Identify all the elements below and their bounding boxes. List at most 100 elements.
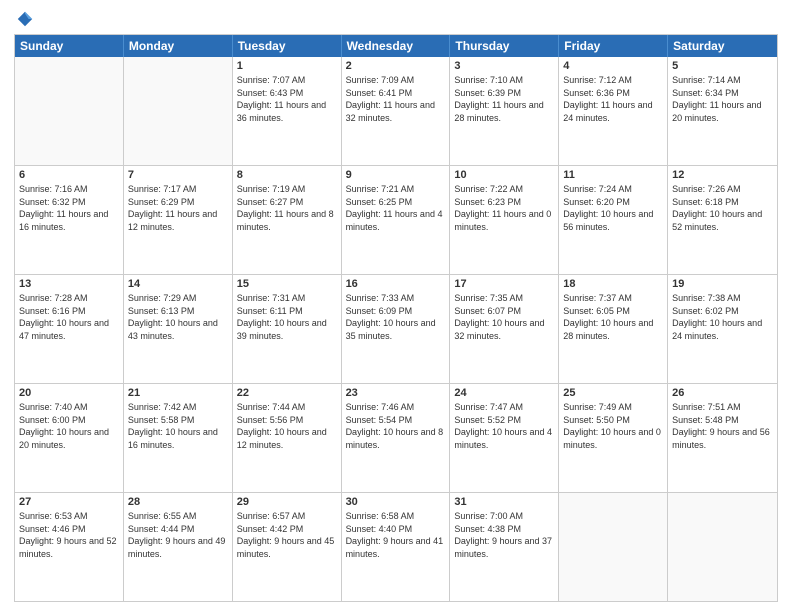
day-number: 30 [346,496,446,508]
calendar-cell: 9 Sunrise: 7:21 AM Sunset: 6:25 PM Daylig… [342,166,451,274]
day-info: Sunrise: 7:26 AM Sunset: 6:18 PM Dayligh… [672,183,773,233]
calendar-cell: 14Sunrise: 7:29 AM Sunset: 6:13 PM Dayli… [124,275,233,383]
day-info: Sunrise: 7:14 AM Sunset: 6:34 PM Dayligh… [672,74,773,124]
calendar-cell: 12 Sunrise: 7:26 AM Sunset: 6:18 PM Dayli… [668,166,777,274]
calendar-week: 27 Sunrise: 6:53 AM Sunset: 4:46 PM Dayli… [15,493,777,601]
day-info: Sunrise: 7:42 AM Sunset: 5:58 PM Dayligh… [128,401,228,451]
calendar-cell: 4 Sunrise: 7:12 AM Sunset: 6:36 PM Daylig… [559,57,668,165]
day-number: 27 [19,496,119,508]
day-number: 26 [672,387,773,399]
calendar-cell: 19 Sunrise: 7:38 AM Sunset: 6:02 PM Dayli… [668,275,777,383]
weekday-header: Monday [124,35,233,57]
calendar-week: 6Sunrise: 7:16 AM Sunset: 6:32 PM Daylig… [15,166,777,275]
day-info: Sunrise: 7:00 AM Sunset: 4:38 PM Dayligh… [454,510,554,560]
day-number: 18 [563,278,663,290]
calendar-cell: 2Sunrise: 7:09 AM Sunset: 6:41 PM Daylig… [342,57,451,165]
logo-icon [16,10,34,28]
day-info: Sunrise: 7:38 AM Sunset: 6:02 PM Dayligh… [672,292,773,342]
day-number: 16 [346,278,446,290]
calendar-cell: 27 Sunrise: 6:53 AM Sunset: 4:46 PM Dayli… [15,493,124,601]
day-number: 12 [672,169,773,181]
day-number: 28 [128,496,228,508]
day-info: Sunrise: 7:31 AM Sunset: 6:11 PM Dayligh… [237,292,337,342]
day-info: Sunrise: 7:07 AM Sunset: 6:43 PM Dayligh… [237,74,337,124]
day-info: Sunrise: 7:28 AM Sunset: 6:16 PM Dayligh… [19,292,119,342]
calendar-cell: 21Sunrise: 7:42 AM Sunset: 5:58 PM Dayli… [124,384,233,492]
calendar-cell: 22 Sunrise: 7:44 AM Sunset: 5:56 PM Dayli… [233,384,342,492]
calendar-cell: 10 Sunrise: 7:22 AM Sunset: 6:23 PM Dayli… [450,166,559,274]
day-info: Sunrise: 7:33 AM Sunset: 6:09 PM Dayligh… [346,292,446,342]
day-number: 24 [454,387,554,399]
calendar-cell: 17Sunrise: 7:35 AM Sunset: 6:07 PM Dayli… [450,275,559,383]
day-number: 9 [346,169,446,181]
calendar-cell: 8 Sunrise: 7:19 AM Sunset: 6:27 PM Daylig… [233,166,342,274]
weekday-header: Wednesday [342,35,451,57]
day-info: Sunrise: 6:53 AM Sunset: 4:46 PM Dayligh… [19,510,119,560]
calendar-week: 13Sunrise: 7:28 AM Sunset: 6:16 PM Dayli… [15,275,777,384]
day-info: Sunrise: 7:22 AM Sunset: 6:23 PM Dayligh… [454,183,554,233]
day-info: Sunrise: 7:19 AM Sunset: 6:27 PM Dayligh… [237,183,337,233]
calendar-cell: 25 Sunrise: 7:49 AM Sunset: 5:50 PM Dayli… [559,384,668,492]
day-number: 10 [454,169,554,181]
calendar-cell: 3Sunrise: 7:10 AM Sunset: 6:39 PM Daylig… [450,57,559,165]
day-info: Sunrise: 7:17 AM Sunset: 6:29 PM Dayligh… [128,183,228,233]
day-number: 19 [672,278,773,290]
calendar-header: SundayMondayTuesdayWednesdayThursdayFrid… [15,35,777,57]
day-number: 8 [237,169,337,181]
header [14,10,778,28]
calendar-cell: 26 Sunrise: 7:51 AM Sunset: 5:48 PM Dayli… [668,384,777,492]
calendar-cell [124,57,233,165]
day-number: 29 [237,496,337,508]
day-number: 4 [563,60,663,72]
day-number: 25 [563,387,663,399]
day-number: 20 [19,387,119,399]
day-number: 17 [454,278,554,290]
calendar-cell: 20 Sunrise: 7:40 AM Sunset: 6:00 PM Dayli… [15,384,124,492]
day-number: 11 [563,169,663,181]
calendar-cell [668,493,777,601]
day-info: Sunrise: 7:51 AM Sunset: 5:48 PM Dayligh… [672,401,773,451]
day-info: Sunrise: 7:40 AM Sunset: 6:00 PM Dayligh… [19,401,119,451]
calendar-week: 1 Sunrise: 7:07 AM Sunset: 6:43 PM Daylig… [15,57,777,166]
calendar-cell: 24 Sunrise: 7:47 AM Sunset: 5:52 PM Dayli… [450,384,559,492]
day-info: Sunrise: 7:12 AM Sunset: 6:36 PM Dayligh… [563,74,663,124]
calendar-cell: 15 Sunrise: 7:31 AM Sunset: 6:11 PM Dayli… [233,275,342,383]
weekday-header: Thursday [450,35,559,57]
calendar-cell: 31 Sunrise: 7:00 AM Sunset: 4:38 PM Dayli… [450,493,559,601]
logo [14,10,34,28]
page: SundayMondayTuesdayWednesdayThursdayFrid… [0,0,792,612]
calendar-cell [559,493,668,601]
weekday-header: Friday [559,35,668,57]
calendar-cell: 18 Sunrise: 7:37 AM Sunset: 6:05 PM Dayli… [559,275,668,383]
day-number: 3 [454,60,554,72]
calendar-cell: 16 Sunrise: 7:33 AM Sunset: 6:09 PM Dayli… [342,275,451,383]
day-number: 23 [346,387,446,399]
calendar-body: 1 Sunrise: 7:07 AM Sunset: 6:43 PM Daylig… [15,57,777,601]
day-info: Sunrise: 7:21 AM Sunset: 6:25 PM Dayligh… [346,183,446,233]
day-info: Sunrise: 7:46 AM Sunset: 5:54 PM Dayligh… [346,401,446,451]
calendar-cell: 11 Sunrise: 7:24 AM Sunset: 6:20 PM Dayli… [559,166,668,274]
calendar-cell: 7Sunrise: 7:17 AM Sunset: 6:29 PM Daylig… [124,166,233,274]
day-number: 5 [672,60,773,72]
calendar-cell: 1 Sunrise: 7:07 AM Sunset: 6:43 PM Daylig… [233,57,342,165]
weekday-header: Sunday [15,35,124,57]
day-info: Sunrise: 6:58 AM Sunset: 4:40 PM Dayligh… [346,510,446,560]
day-number: 1 [237,60,337,72]
day-number: 6 [19,169,119,181]
calendar-cell: 30 Sunrise: 6:58 AM Sunset: 4:40 PM Dayli… [342,493,451,601]
day-number: 22 [237,387,337,399]
day-number: 14 [128,278,228,290]
day-info: Sunrise: 7:49 AM Sunset: 5:50 PM Dayligh… [563,401,663,451]
calendar-week: 20 Sunrise: 7:40 AM Sunset: 6:00 PM Dayli… [15,384,777,493]
day-info: Sunrise: 7:47 AM Sunset: 5:52 PM Dayligh… [454,401,554,451]
day-info: Sunrise: 7:37 AM Sunset: 6:05 PM Dayligh… [563,292,663,342]
day-number: 15 [237,278,337,290]
calendar-cell: 29 Sunrise: 6:57 AM Sunset: 4:42 PM Dayli… [233,493,342,601]
day-info: Sunrise: 7:44 AM Sunset: 5:56 PM Dayligh… [237,401,337,451]
day-number: 31 [454,496,554,508]
day-info: Sunrise: 7:24 AM Sunset: 6:20 PM Dayligh… [563,183,663,233]
weekday-header: Saturday [668,35,777,57]
day-info: Sunrise: 6:57 AM Sunset: 4:42 PM Dayligh… [237,510,337,560]
calendar-cell: 23 Sunrise: 7:46 AM Sunset: 5:54 PM Dayli… [342,384,451,492]
day-info: Sunrise: 7:09 AM Sunset: 6:41 PM Dayligh… [346,74,446,124]
